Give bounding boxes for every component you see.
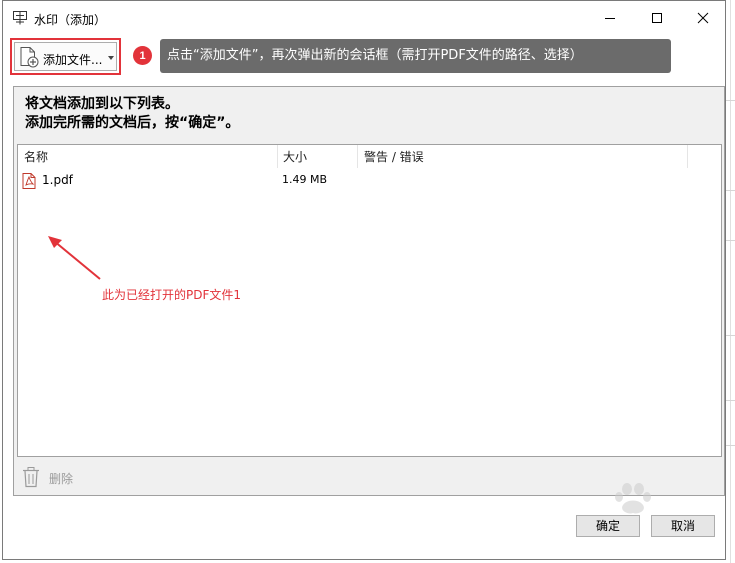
background-divider: [730, 0, 731, 563]
instructions: 将文档添加到以下列表。 添加完所需的文档后，按“确定”。: [25, 95, 239, 133]
chevron-down-icon: [108, 56, 114, 60]
cancel-button[interactable]: 取消: [651, 515, 715, 537]
background-rule: [726, 100, 735, 101]
delete-label: 删除: [49, 472, 74, 486]
title-bar: 水印（添加）: [3, 1, 725, 35]
column-divider: [687, 145, 688, 168]
add-file-button[interactable]: 添加文件...: [14, 42, 117, 71]
file-list[interactable]: 名称 大小 警告 / 错误 1.pdf 1.49 MB 此为已经打开的PDF文件…: [17, 144, 722, 457]
close-icon: [697, 12, 709, 24]
window-title: 水印（添加）: [34, 13, 107, 27]
list-header: 名称 大小 警告 / 错误: [18, 145, 721, 168]
instruction-line-1: 将文档添加到以下列表。: [25, 96, 179, 112]
minimize-button[interactable]: [587, 1, 633, 35]
step-number-badge: 1: [133, 46, 152, 65]
column-divider: [357, 145, 358, 168]
trash-icon: [21, 466, 41, 488]
watermark-icon: [12, 10, 28, 26]
ok-button[interactable]: 确定: [576, 515, 640, 537]
close-button[interactable]: [680, 1, 726, 35]
background-rule: [726, 190, 735, 191]
annotation-arrow: [48, 236, 101, 280]
add-file-label: 添加文件...: [43, 53, 103, 67]
background-rule: [726, 240, 735, 241]
delete-button[interactable]: 删除: [21, 464, 121, 490]
column-header-warning[interactable]: 警告 / 错误: [364, 148, 424, 165]
watermark-add-dialog: 水印（添加） 添加文件... 将文档添加到以下列表。 添加完所需的文档后，按“确…: [2, 0, 726, 560]
file-add-icon: [18, 46, 40, 68]
background-rule: [726, 335, 735, 336]
maximize-icon: [652, 13, 662, 23]
column-divider: [277, 145, 278, 168]
table-row[interactable]: 1.pdf 1.49 MB: [18, 172, 721, 190]
background-rule: [726, 445, 735, 446]
column-header-name[interactable]: 名称: [24, 148, 48, 165]
pdf-file-icon: [22, 173, 36, 189]
file-name: 1.pdf: [42, 173, 73, 187]
column-header-size[interactable]: 大小: [283, 148, 307, 165]
instruction-line-2: 添加完所需的文档后，按“确定”。: [25, 115, 240, 131]
minimize-icon: [605, 18, 615, 19]
maximize-button[interactable]: [634, 1, 680, 35]
background-rule: [726, 400, 735, 401]
annotation-note: 此为已经打开的PDF文件1: [102, 288, 242, 302]
instruction-callout: 点击“添加文件”，再次弹出新的会话框（需打开PDF文件的路径、选择）: [160, 39, 671, 73]
document-list-panel: 将文档添加到以下列表。 添加完所需的文档后，按“确定”。 名称 大小 警告 / …: [13, 86, 725, 496]
file-size: 1.49 MB: [282, 173, 328, 186]
